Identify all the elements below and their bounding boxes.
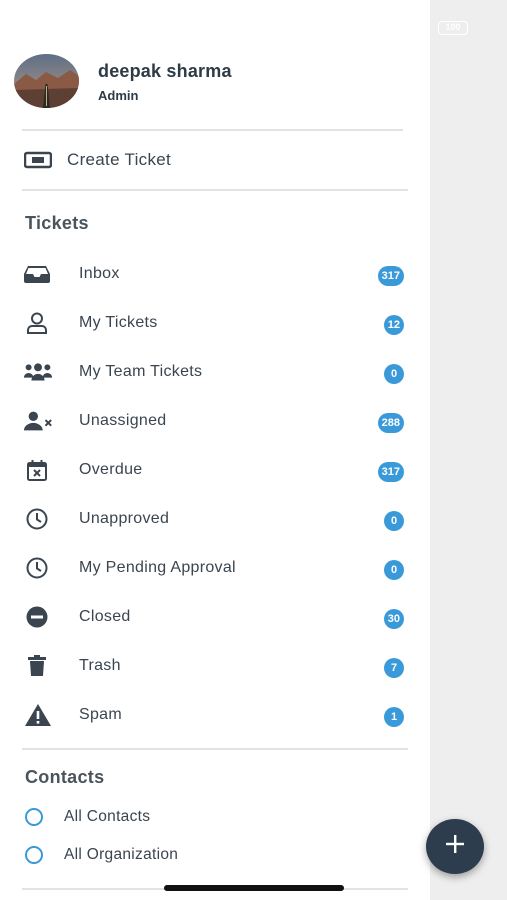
nav-item-label: Overdue bbox=[79, 461, 143, 478]
nav-item-unapproved[interactable]: Unapproved 0 bbox=[0, 499, 430, 539]
nav-item-label: My Tickets bbox=[79, 314, 158, 331]
ticket-icon bbox=[23, 146, 53, 174]
nav-item-label: Closed bbox=[79, 608, 131, 625]
count-badge: 317 bbox=[377, 266, 404, 286]
nav-item-inbox[interactable]: Inbox 317 bbox=[0, 254, 430, 294]
navigation-drawer: deepak sharma Admin Create Ticket Ticket… bbox=[0, 0, 430, 900]
users-icon bbox=[23, 358, 53, 386]
nav-item-all-contacts[interactable]: All Contacts bbox=[0, 801, 430, 833]
nav-item-label: Trash bbox=[79, 657, 121, 674]
clock-icon bbox=[22, 554, 52, 582]
minus-circle-icon bbox=[22, 603, 52, 631]
calendar-x-icon bbox=[22, 456, 52, 484]
content-backdrop[interactable] bbox=[430, 0, 507, 900]
contacts-heading: Contacts bbox=[25, 767, 105, 787]
user-name: deepak sharma bbox=[98, 61, 232, 81]
tickets-heading: Tickets bbox=[25, 213, 89, 233]
nav-item-all-organization[interactable]: All Organization bbox=[0, 839, 430, 871]
count-badge: 317 bbox=[377, 462, 404, 482]
nav-item-label: My Pending Approval bbox=[79, 559, 236, 576]
count-badge: 1 bbox=[384, 707, 404, 727]
nav-item-label: Inbox bbox=[79, 265, 120, 282]
nav-item-my-team-tickets[interactable]: My Team Tickets 0 bbox=[0, 352, 430, 392]
divider bbox=[22, 129, 403, 131]
create-ticket-label: Create Ticket bbox=[67, 150, 172, 169]
nav-item-label: All Organization bbox=[64, 846, 179, 863]
count-badge: 0 bbox=[384, 560, 404, 580]
circle-icon bbox=[25, 846, 43, 864]
count-badge: 288 bbox=[377, 413, 404, 433]
create-ticket-button[interactable]: Create Ticket bbox=[0, 140, 430, 180]
warning-icon bbox=[23, 701, 53, 729]
plus-icon bbox=[444, 833, 466, 860]
count-badge: 0 bbox=[384, 511, 404, 531]
count-badge: 12 bbox=[383, 315, 404, 335]
nav-item-label: My Team Tickets bbox=[79, 363, 203, 380]
nav-item-spam[interactable]: Spam 1 bbox=[0, 695, 430, 735]
battery-indicator: 100 bbox=[438, 21, 468, 35]
avatar[interactable] bbox=[14, 54, 79, 108]
user-icon bbox=[22, 309, 52, 337]
count-badge: 30 bbox=[383, 609, 404, 629]
inbox-icon bbox=[22, 260, 52, 288]
nav-item-my-tickets[interactable]: My Tickets 12 bbox=[0, 303, 430, 343]
nav-item-label: Unassigned bbox=[79, 412, 167, 429]
user-x-icon bbox=[23, 407, 53, 435]
nav-item-closed[interactable]: Closed 30 bbox=[0, 597, 430, 637]
count-badge: 0 bbox=[384, 364, 404, 384]
divider bbox=[22, 189, 408, 191]
circle-icon bbox=[25, 808, 43, 826]
nav-item-unassigned[interactable]: Unassigned 288 bbox=[0, 401, 430, 441]
nav-item-my-pending-approval[interactable]: My Pending Approval 0 bbox=[0, 548, 430, 588]
nav-item-label: Unapproved bbox=[79, 510, 170, 527]
home-indicator[interactable] bbox=[164, 885, 344, 891]
user-role: Admin bbox=[98, 88, 139, 103]
trash-icon bbox=[22, 652, 52, 680]
nav-item-trash[interactable]: Trash 7 bbox=[0, 646, 430, 686]
count-badge: 7 bbox=[384, 658, 404, 678]
nav-item-label: Spam bbox=[79, 706, 122, 723]
add-button[interactable] bbox=[426, 819, 484, 874]
nav-item-overdue[interactable]: Overdue 317 bbox=[0, 450, 430, 490]
nav-item-label: All Contacts bbox=[64, 808, 151, 825]
clock-icon bbox=[22, 505, 52, 533]
divider bbox=[22, 748, 408, 750]
